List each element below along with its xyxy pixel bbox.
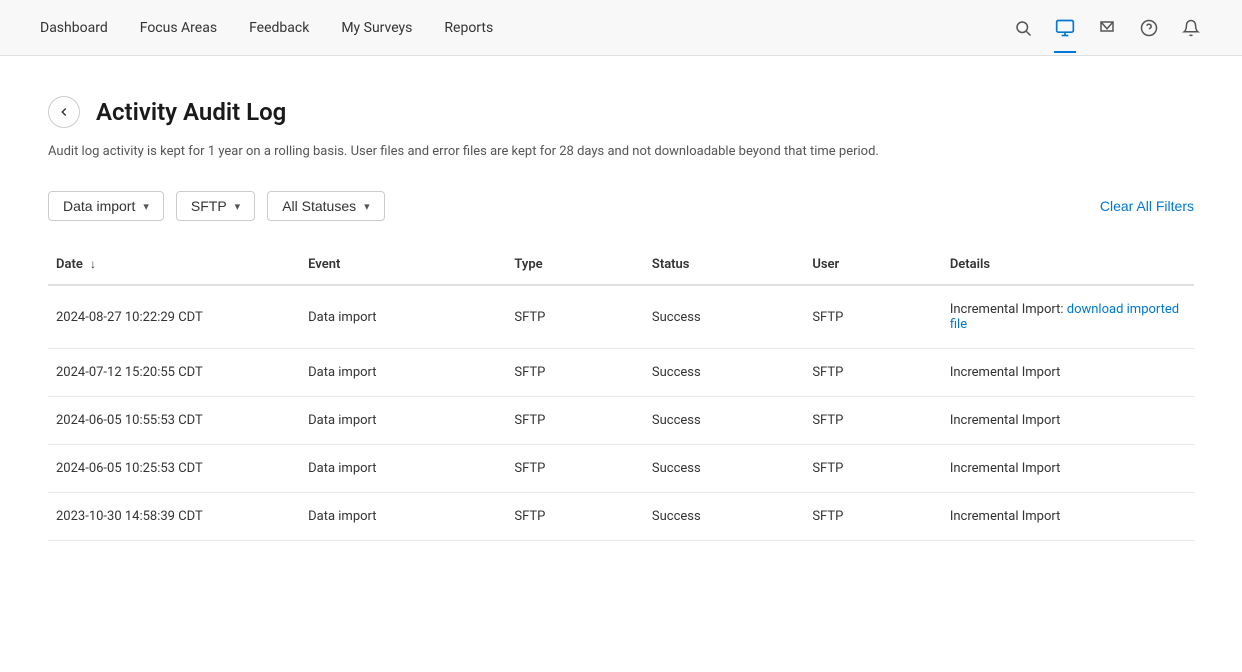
cell-details: Incremental Import	[942, 349, 1194, 397]
cell-event: Data import	[300, 493, 506, 541]
cell-date: 2024-06-05 10:25:53 CDT	[48, 445, 300, 493]
nav-focus-areas[interactable]: Focus Areas	[140, 16, 217, 40]
audit-log-table: Date ↓ Event Type Status User Details 20…	[48, 245, 1194, 541]
filter-type-label: SFTP	[191, 198, 227, 214]
cell-user: SFTP	[804, 397, 942, 445]
cell-date: 2023-10-30 14:58:39 CDT	[48, 493, 300, 541]
notification-icon[interactable]	[1180, 17, 1202, 39]
cell-date: 2024-07-12 15:20:55 CDT	[48, 349, 300, 397]
sort-arrow-icon: ↓	[90, 257, 96, 271]
cell-user: SFTP	[804, 445, 942, 493]
nav-dashboard[interactable]: Dashboard	[40, 16, 108, 40]
main-content: Activity Audit Log Audit log activity is…	[0, 56, 1242, 581]
table-body: 2024-08-27 10:22:29 CDTData importSFTPSu…	[48, 285, 1194, 541]
cell-status: Success	[644, 397, 804, 445]
page-header: Activity Audit Log	[48, 96, 1194, 128]
chevron-down-icon: ▾	[364, 200, 370, 213]
filter-status-label: All Statuses	[282, 198, 356, 214]
cell-type: SFTP	[506, 349, 644, 397]
cell-details: Incremental Import	[942, 445, 1194, 493]
cell-type: SFTP	[506, 285, 644, 349]
nav-my-surveys[interactable]: My Surveys	[341, 16, 412, 40]
cell-user: SFTP	[804, 285, 942, 349]
nav-icon-group	[1012, 17, 1202, 39]
filters-row: Data import ▾ SFTP ▾ All Statuses ▾ Clea…	[48, 191, 1194, 221]
col-header-event: Event	[300, 245, 506, 285]
chevron-down-icon: ▾	[143, 200, 149, 213]
col-header-type: Type	[506, 245, 644, 285]
cell-status: Success	[644, 285, 804, 349]
table-header: Date ↓ Event Type Status User Details	[48, 245, 1194, 285]
help-icon[interactable]	[1138, 17, 1160, 39]
col-header-user: User	[804, 245, 942, 285]
cell-status: Success	[644, 349, 804, 397]
monitor-icon[interactable]	[1054, 17, 1076, 39]
cell-date: 2024-08-27 10:22:29 CDT	[48, 285, 300, 349]
filter-event-dropdown[interactable]: Data import ▾	[48, 191, 164, 221]
cell-event: Data import	[300, 285, 506, 349]
cell-user: SFTP	[804, 349, 942, 397]
cell-details: Incremental Import	[942, 397, 1194, 445]
search-icon[interactable]	[1012, 17, 1034, 39]
chevron-down-icon: ▾	[235, 200, 241, 213]
cell-event: Data import	[300, 445, 506, 493]
nav-feedback[interactable]: Feedback	[249, 16, 309, 40]
filter-event-label: Data import	[63, 198, 135, 214]
table-row: 2024-06-05 10:25:53 CDTData importSFTPSu…	[48, 445, 1194, 493]
table-row: 2024-07-12 15:20:55 CDTData importSFTPSu…	[48, 349, 1194, 397]
table-row: 2023-10-30 14:58:39 CDTData importSFTPSu…	[48, 493, 1194, 541]
col-header-date[interactable]: Date ↓	[48, 245, 300, 285]
back-button[interactable]	[48, 96, 80, 128]
download-link[interactable]: download imported file	[950, 302, 1179, 332]
cell-details: Incremental Import: download imported fi…	[942, 285, 1194, 349]
cell-user: SFTP	[804, 493, 942, 541]
cell-status: Success	[644, 493, 804, 541]
cell-details: Incremental Import	[942, 493, 1194, 541]
cell-type: SFTP	[506, 445, 644, 493]
page-title: Activity Audit Log	[96, 98, 286, 126]
filter-status-dropdown[interactable]: All Statuses ▾	[267, 191, 384, 221]
filter-type-dropdown[interactable]: SFTP ▾	[176, 191, 255, 221]
col-header-status: Status	[644, 245, 804, 285]
cell-status: Success	[644, 445, 804, 493]
cell-event: Data import	[300, 349, 506, 397]
table-row: 2024-08-27 10:22:29 CDTData importSFTPSu…	[48, 285, 1194, 349]
clear-all-filters-button[interactable]: Clear All Filters	[1100, 198, 1194, 214]
col-header-details: Details	[942, 245, 1194, 285]
cell-type: SFTP	[506, 397, 644, 445]
inbox-icon[interactable]	[1096, 17, 1118, 39]
cell-date: 2024-06-05 10:55:53 CDT	[48, 397, 300, 445]
page-subtitle: Audit log activity is kept for 1 year on…	[48, 144, 1194, 159]
table-row: 2024-06-05 10:55:53 CDTData importSFTPSu…	[48, 397, 1194, 445]
cell-event: Data import	[300, 397, 506, 445]
nav-reports[interactable]: Reports	[444, 16, 493, 40]
cell-type: SFTP	[506, 493, 644, 541]
top-navigation: Dashboard Focus Areas Feedback My Survey…	[0, 0, 1242, 56]
nav-links: Dashboard Focus Areas Feedback My Survey…	[40, 16, 1012, 40]
